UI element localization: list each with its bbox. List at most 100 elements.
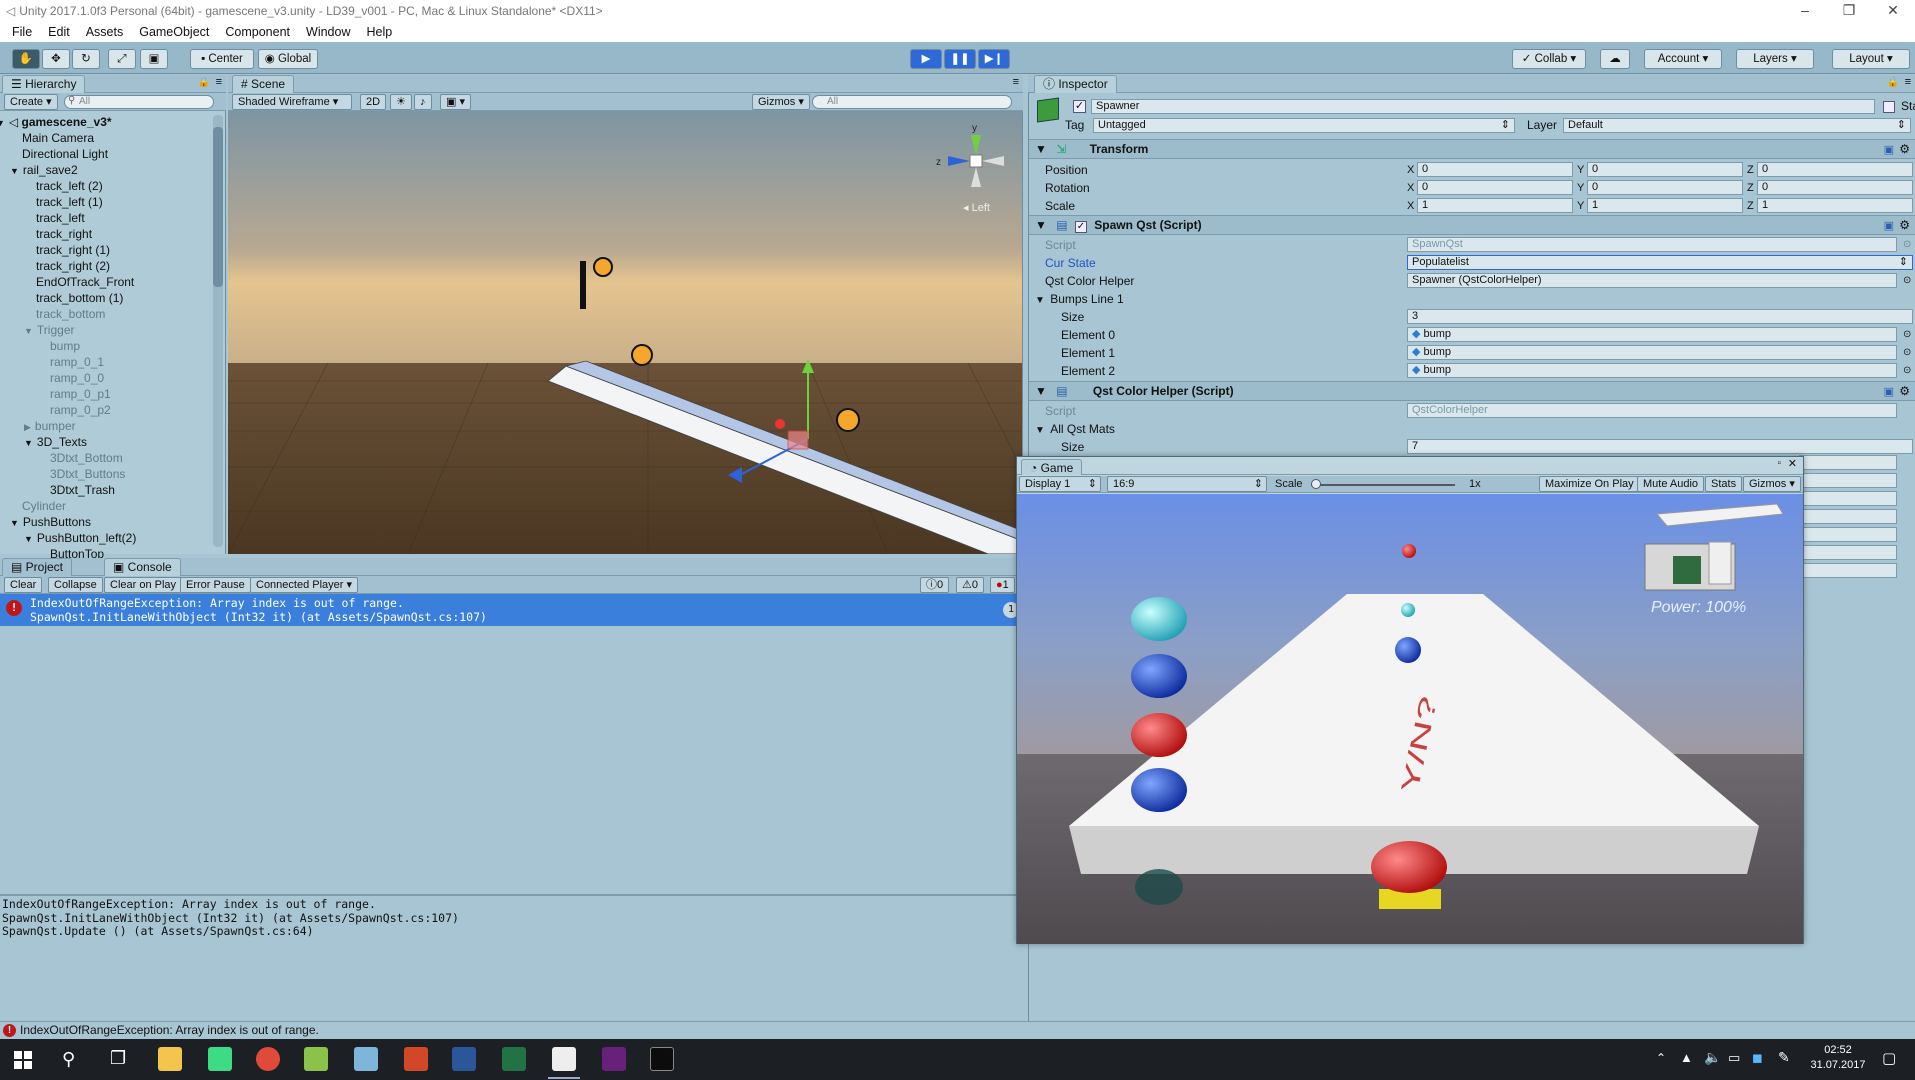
restore-icon[interactable]: ❐ (1829, 0, 1869, 22)
lock-icon[interactable]: 🔒 (1887, 77, 1899, 88)
connected-player-dropdown[interactable]: Connected Player ▾ (250, 577, 359, 593)
object-gizmo-icon[interactable] (836, 408, 860, 432)
menu-item-window[interactable]: Window (298, 25, 358, 39)
scale-y-field[interactable]: 1 (1587, 198, 1743, 213)
settings-gear-icon[interactable]: ⚙ (1899, 382, 1910, 401)
element-object-field[interactable]: ◆ bump (1407, 345, 1897, 360)
element-object-field[interactable]: ◆ bump (1407, 327, 1897, 342)
tab-scene[interactable]: # Scene (232, 75, 295, 93)
spawn-ball[interactable] (775, 419, 785, 429)
tray-pen-icon[interactable]: ✎ (1778, 1049, 1790, 1066)
display-dropdown[interactable]: Display 1 ⇕ (1019, 476, 1101, 492)
pause-button[interactable]: ❚❚ (944, 49, 976, 69)
android-studio-icon[interactable] (208, 1047, 232, 1071)
hierarchy-item[interactable]: ▼ Trigger (0, 322, 75, 338)
task-view-icon[interactable]: ❐ (110, 1048, 126, 1069)
step-button[interactable]: ▶❙ (978, 49, 1010, 69)
scale-z-field[interactable]: 1 (1757, 198, 1913, 213)
active-checkbox[interactable]: ✓ (1073, 100, 1086, 113)
notepad-icon[interactable] (304, 1047, 328, 1071)
object-picker-icon[interactable]: ⊙ (1903, 362, 1911, 380)
qst-color-helper-field[interactable]: Spawner (QstColorHelper) (1407, 273, 1897, 288)
foldout-expanded-icon[interactable]: ▼ (10, 166, 19, 176)
word-icon[interactable] (452, 1047, 476, 1071)
hierarchy-item[interactable]: EndOfTrack_Front (0, 274, 134, 290)
effects-dropdown[interactable]: ▣ ▾ (440, 94, 471, 110)
status-bar[interactable]: ! IndexOutOfRangeException: Array index … (0, 1021, 1915, 1039)
hierarchy-item[interactable]: 3Dtxt_Bottom (0, 450, 123, 466)
windows-start-icon[interactable] (14, 1051, 32, 1069)
hierarchy-item[interactable]: ramp_0_1 (0, 354, 104, 370)
foldout-expanded-icon[interactable]: ▼ (24, 438, 33, 448)
space-toggle[interactable]: ◉ Global (258, 49, 318, 69)
mode-2d-toggle[interactable]: 2D (360, 94, 387, 110)
push-button-red[interactable] (1371, 841, 1447, 893)
menu-item-edit[interactable]: Edit (40, 25, 78, 39)
mat-slot[interactable] (1799, 545, 1897, 560)
tab-console[interactable]: ▣ Console (104, 558, 181, 576)
tab-project[interactable]: ▤ Project (2, 558, 73, 576)
notifications-icon[interactable]: ▢ (1882, 1049, 1896, 1067)
static-checkbox[interactable] (1883, 101, 1895, 113)
taskbar-clock[interactable]: 02:52 31.07.2017 (1806, 1043, 1870, 1073)
hierarchy-item[interactable]: track_right (1) (0, 242, 110, 258)
foldout-arrow-icon[interactable]: ▼ (1035, 218, 1047, 232)
hierarchy-item[interactable]: track_left (1) (0, 194, 103, 210)
foldout-arrow-icon[interactable]: ▼ (1035, 295, 1045, 306)
powerpoint-icon[interactable] (404, 1047, 428, 1071)
app-icon[interactable] (354, 1047, 378, 1071)
scene-view[interactable]: y z ◂ Left (228, 111, 1023, 554)
play-button[interactable]: ▶ (910, 49, 942, 69)
position-y-field[interactable]: 0 (1587, 162, 1743, 177)
foldout-expanded-icon[interactable]: ▼ (10, 518, 19, 528)
cur-state-dropdown[interactable]: Populatelist ⇕ (1407, 255, 1913, 270)
tray-chevron-icon[interactable]: ⌃ (1656, 1051, 1666, 1065)
audio-toggle[interactable]: ♪ (414, 94, 432, 110)
minimize-icon[interactable]: – (1785, 0, 1825, 22)
shading-mode-dropdown[interactable]: Shaded Wireframe ▾ (232, 94, 352, 110)
hierarchy-item[interactable]: ▼ ◁ gamescene_v3* (0, 114, 112, 130)
qst-color-helper-header[interactable]: ▼ ▤ Qst Color Helper (Script) ▣ ⚙ (1029, 381, 1915, 401)
rotation-z-field[interactable]: 0 (1757, 180, 1913, 195)
maximize-on-play-toggle[interactable]: Maximize On Play (1539, 476, 1640, 492)
hierarchy-item[interactable]: Directional Light (0, 146, 108, 162)
settings-gear-icon[interactable]: ⚙ (1899, 140, 1910, 159)
panel-menu-icon[interactable]: ≡ (1013, 76, 1019, 88)
spawn-qst-header[interactable]: ▼ ▤ ✓ Spawn Qst (Script) ▣ ⚙ (1029, 215, 1915, 235)
light-gizmo-icon[interactable] (593, 257, 613, 277)
tab-hierarchy[interactable]: ☰ Hierarchy (2, 75, 86, 93)
menu-item-file[interactable]: File (4, 25, 40, 39)
file-explorer-icon[interactable] (158, 1047, 182, 1071)
position-x-field[interactable]: 0 (1417, 162, 1573, 177)
hierarchy-item[interactable]: Main Camera (0, 130, 94, 146)
move-gizmo-plane[interactable] (787, 430, 809, 450)
game-gizmos-dropdown[interactable]: Gizmos ▾ (1743, 476, 1801, 492)
pivot-toggle[interactable]: ▪ Center (190, 49, 254, 69)
foldout-arrow-icon[interactable]: ▼ (1035, 384, 1047, 398)
create-dropdown[interactable]: Create ▾ (4, 94, 58, 110)
scale-tool-button[interactable]: ⤢ (108, 49, 136, 69)
hierarchy-search-input[interactable]: All (64, 95, 214, 109)
hierarchy-item[interactable]: Cylinder (0, 498, 66, 514)
layers-dropdown[interactable]: Layers ▾ (1736, 49, 1814, 69)
cloud-button[interactable]: ☁ (1600, 49, 1630, 69)
bumps-line-row[interactable]: ▼ Bumps Line 1 (1029, 290, 1915, 308)
account-dropdown[interactable]: Account ▾ (1644, 49, 1722, 69)
console-error-pause-button[interactable]: Error Pause (180, 577, 251, 593)
aspect-dropdown[interactable]: 16:9 ⇕ (1107, 476, 1267, 492)
hierarchy-item[interactable]: ▼ rail_save2 (0, 162, 78, 178)
scrollbar-thumb[interactable] (213, 127, 223, 287)
bumps-size-field[interactable]: 3 (1407, 309, 1913, 324)
visual-studio-icon[interactable] (602, 1047, 626, 1071)
mat-slot[interactable] (1799, 563, 1897, 578)
all-qst-mats-row[interactable]: ▼ All Qst Mats (1029, 420, 1915, 438)
hierarchy-item[interactable]: track_right (2) (0, 258, 110, 274)
hierarchy-item[interactable]: ▼ PushButton_left(2) (0, 530, 136, 546)
game-window[interactable]: ◔ Game ▫ ✕ Display 1 ⇕ 16:9 ⇕ Scale 1x Max… (1016, 456, 1804, 944)
error-filter-toggle[interactable]: ●1 (990, 577, 1015, 593)
tray-volume-icon[interactable]: 🔈 (1704, 1049, 1721, 1066)
unity-icon[interactable] (552, 1047, 576, 1071)
object-picker-icon[interactable]: ⊙ (1903, 344, 1911, 362)
warning-filter-toggle[interactable]: ⚠0 (956, 577, 984, 593)
close-icon[interactable]: ✕ (1873, 0, 1913, 22)
